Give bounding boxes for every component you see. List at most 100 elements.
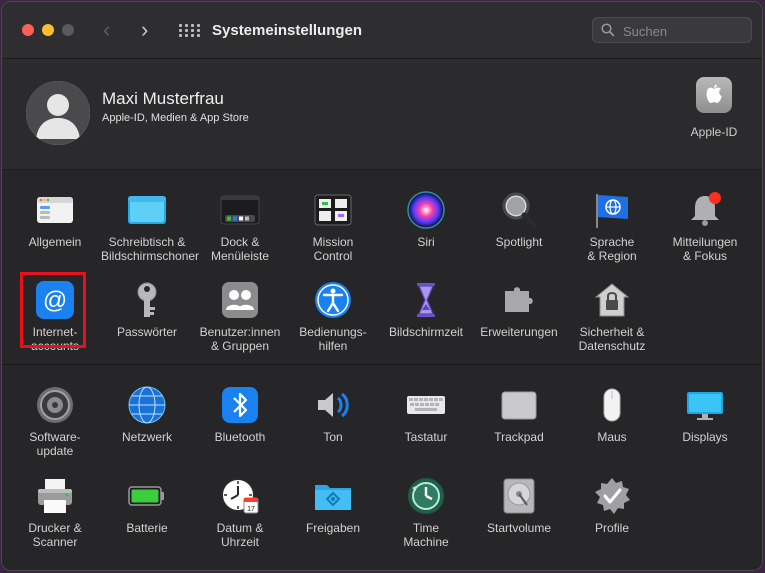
- pane-mission-control[interactable]: Mission Control: [287, 190, 379, 263]
- pane-time-machine[interactable]: Time Machine: [380, 476, 472, 549]
- pane-ton[interactable]: Ton: [287, 385, 379, 444]
- search-field[interactable]: [592, 17, 752, 43]
- user-silhouette-icon: [26, 81, 90, 145]
- pane-mitteilungen-fokus[interactable]: Mitteilungen & Fokus: [659, 190, 751, 263]
- desktop-icon: [127, 190, 167, 230]
- pane-label: Batterie: [126, 521, 168, 535]
- key-icon: [127, 280, 167, 320]
- pane-profile[interactable]: Profile: [566, 476, 658, 535]
- forward-chevron-icon[interactable]: ›: [141, 18, 148, 42]
- pane-displays[interactable]: Displays: [659, 385, 751, 444]
- pane-bluetooth[interactable]: Bluetooth: [194, 385, 286, 444]
- highlight-box: [20, 272, 86, 348]
- users-icon: [220, 280, 260, 320]
- gear-icon: [35, 385, 75, 425]
- svg-text:17: 17: [247, 506, 255, 513]
- pane-freigaben[interactable]: Freigaben: [287, 476, 379, 535]
- pane-batterie[interactable]: Batterie: [101, 476, 193, 535]
- pane-label: Mitteilungen & Fokus: [672, 235, 738, 263]
- user-subtitle: Apple-ID, Medien & App Store: [102, 112, 249, 124]
- pane-label: Passwörter: [116, 325, 178, 339]
- pane-label: Drucker & Scanner: [28, 521, 82, 549]
- window-title: Systemeinstellungen: [212, 22, 363, 39]
- avatar[interactable]: [26, 81, 90, 145]
- pane-label: Mission Control: [312, 235, 354, 263]
- disk-icon: [499, 476, 539, 516]
- pane-software-update[interactable]: Software- update: [9, 385, 101, 458]
- preferences-section-personal: Allgemein Schreibtisch & Bildschirmschone…: [2, 170, 762, 365]
- pane-startvolume[interactable]: Startvolume: [473, 476, 565, 535]
- pane-label: Siri: [417, 235, 435, 249]
- pane-label: Sicherheit & Datenschutz: [578, 325, 646, 353]
- mission-control-icon: [313, 190, 353, 230]
- pane-label: Sprache & Region: [587, 235, 637, 263]
- preferences-section-hardware: Software- update Netzwerk Bluetooth Ton Tast…: [2, 365, 762, 570]
- folder-share-icon: [313, 476, 353, 516]
- zoom-button[interactable]: [62, 24, 74, 36]
- spotlight-icon: [499, 190, 539, 230]
- pane-dock-menüleiste[interactable]: Dock & Menüleiste: [194, 190, 286, 263]
- pane-label: Maus: [597, 430, 627, 444]
- pane-label: Displays: [682, 430, 728, 444]
- accessibility-icon: [313, 280, 353, 320]
- pane-bedienungs-hilfen[interactable]: Bedienungs- hilfen: [287, 280, 379, 353]
- pane-passwörter[interactable]: Passwörter: [101, 280, 193, 339]
- clock-calendar-icon: 17: [220, 476, 260, 516]
- pane-allgemein[interactable]: Allgemein: [9, 190, 101, 249]
- pane-sicherheit-datenschutz[interactable]: Sicherheit & Datenschutz: [566, 280, 658, 353]
- system-preferences-window: ‹ › Systemeinstellungen Maxi Musterfrau …: [1, 1, 763, 571]
- bluetooth-icon: [220, 385, 260, 425]
- minimize-button[interactable]: [42, 24, 54, 36]
- profile-badge-icon: [592, 476, 632, 516]
- pane-datum-uhrzeit[interactable]: 17 Datum & Uhrzeit: [194, 476, 286, 549]
- pane-label: Ton: [323, 430, 343, 444]
- pane-label: Startvolume: [486, 521, 552, 535]
- trackpad-icon: [499, 385, 539, 425]
- pane-maus[interactable]: Maus: [566, 385, 658, 444]
- pane-sprache-region[interactable]: Sprache & Region: [566, 190, 658, 263]
- time-machine-icon: [406, 476, 446, 516]
- pane-label: Benutzer:innen & Gruppen: [199, 325, 281, 353]
- house-lock-icon: [592, 280, 632, 320]
- titlebar: ‹ › Systemeinstellungen: [2, 2, 762, 59]
- pane-label: Freigaben: [305, 521, 361, 535]
- speaker-icon: [313, 385, 353, 425]
- pane-label: Tastatur: [404, 430, 448, 444]
- back-chevron-icon[interactable]: ‹: [103, 18, 110, 42]
- pane-spotlight[interactable]: Spotlight: [473, 190, 565, 249]
- printer-icon: [35, 476, 75, 516]
- puzzle-icon: [499, 280, 539, 320]
- pane-label: Time Machine: [403, 521, 449, 549]
- pane-benutzer-innen-gruppen[interactable]: Benutzer:innen & Gruppen: [194, 280, 286, 353]
- user-name: Maxi Musterfrau: [102, 89, 224, 108]
- general-icon: [35, 190, 75, 230]
- globe-icon: [127, 385, 167, 425]
- pane-trackpad[interactable]: Trackpad: [473, 385, 565, 444]
- close-button[interactable]: [22, 24, 34, 36]
- pane-label: Spotlight: [495, 235, 543, 249]
- pane-erweiterungen[interactable]: Erweiterungen: [473, 280, 565, 339]
- notification-bell-icon: [685, 190, 725, 230]
- language-flag-icon: [592, 190, 632, 230]
- pane-bildschirmzeit[interactable]: Bildschirmzeit: [380, 280, 472, 339]
- siri-icon: [406, 190, 446, 230]
- pane-tastatur[interactable]: Tastatur: [380, 385, 472, 444]
- pane-siri[interactable]: Siri: [380, 190, 472, 249]
- mouse-icon: [592, 385, 632, 425]
- show-all-grid-icon[interactable]: [179, 24, 200, 38]
- pane-label: Bluetooth: [214, 430, 266, 444]
- pane-label: Erweiterungen: [480, 325, 558, 339]
- pane-label: Netzwerk: [121, 430, 172, 444]
- pane-schreibtisch-bildschirmschoner[interactable]: Schreibtisch & Bildschirmschoner: [101, 190, 200, 263]
- account-header[interactable]: Maxi Musterfrau Apple-ID, Medien & App S…: [2, 59, 762, 170]
- pane-label: Schreibtisch & Bildschirmschoner: [101, 235, 200, 263]
- pane-drucker-scanner[interactable]: Drucker & Scanner: [9, 476, 101, 549]
- pane-netzwerk[interactable]: Netzwerk: [101, 385, 193, 444]
- dock-icon: [220, 190, 260, 230]
- apple-id-label: Apple-ID: [690, 125, 738, 139]
- apple-logo-icon: [696, 77, 732, 113]
- apple-id-pane[interactable]: Apple-ID: [682, 77, 746, 139]
- pane-label: Bedienungs- hilfen: [299, 325, 367, 353]
- pane-label: Allgemein: [28, 235, 82, 249]
- search-input[interactable]: [621, 21, 745, 41]
